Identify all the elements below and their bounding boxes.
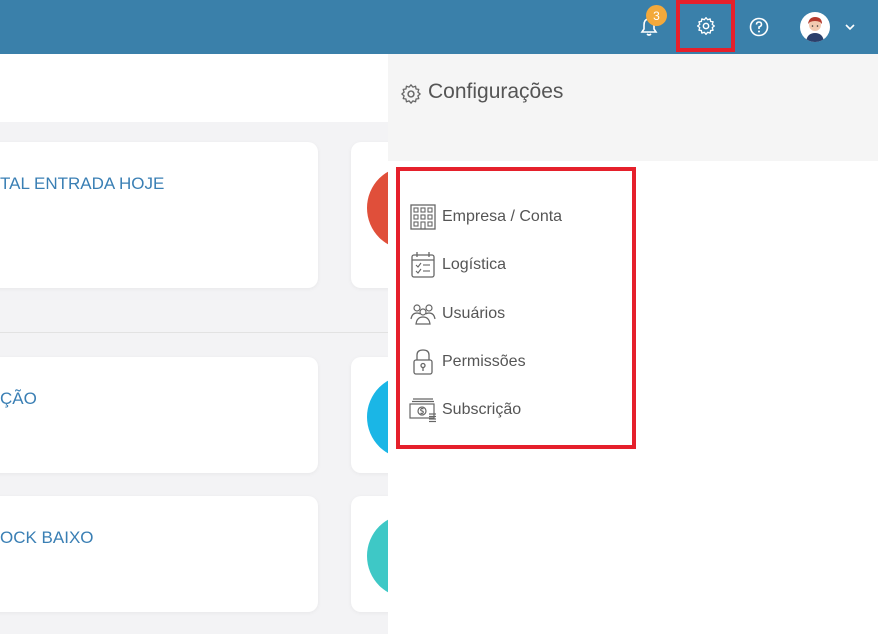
- menu-item-permissoes[interactable]: Permissões: [408, 345, 628, 379]
- panel-title: Configurações: [428, 80, 564, 103]
- help-button[interactable]: [744, 0, 774, 54]
- menu-item-label: Permissões: [442, 353, 526, 370]
- settings-panel: Configurações Empresa / Conta Logística …: [388, 54, 878, 634]
- notification-badge: 3: [646, 5, 667, 26]
- card-title: OCK BAIXO: [0, 528, 94, 547]
- menu-item-usuarios[interactable]: Usuários: [408, 297, 628, 331]
- menu-item-empresa-conta[interactable]: Empresa / Conta: [408, 200, 628, 234]
- settings-menu: Empresa / Conta Logística Usuários Permi…: [396, 167, 636, 449]
- users-icon: [408, 299, 438, 329]
- gear-icon: [696, 17, 715, 35]
- menu-item-logistica[interactable]: Logística: [408, 248, 628, 282]
- menu-item-label: Usuários: [442, 305, 506, 322]
- top-bar: 3: [0, 0, 878, 54]
- settings-button[interactable]: [676, 0, 735, 52]
- page-header-strip: [0, 54, 388, 122]
- dashboard-card[interactable]: TAL ENTRADA HOJE: [0, 142, 318, 288]
- profile-menu-button[interactable]: [840, 0, 860, 54]
- panel-header: Configurações: [388, 54, 878, 161]
- divider: [0, 332, 388, 333]
- user-avatar-icon: [806, 17, 824, 42]
- gear-icon: [400, 83, 422, 109]
- calendar-check-icon: [408, 250, 438, 280]
- dashboard-card[interactable]: OCK BAIXO: [0, 496, 318, 612]
- lock-icon: [408, 347, 438, 377]
- card-title: ÇÃO: [0, 389, 37, 408]
- menu-item-label: Subscrição: [442, 401, 522, 418]
- menu-item-subscricao[interactable]: Subscrição: [408, 393, 628, 427]
- card-title: TAL ENTRADA HOJE: [0, 174, 165, 193]
- avatar[interactable]: [800, 12, 830, 42]
- building-icon: [408, 202, 438, 232]
- menu-item-label: Empresa / Conta: [442, 208, 563, 225]
- menu-item-label: Logística: [442, 256, 507, 273]
- dashboard-card[interactable]: ÇÃO: [0, 357, 318, 473]
- money-icon: [408, 395, 438, 425]
- chevron-down-icon: [845, 24, 855, 31]
- help-icon: [749, 17, 769, 37]
